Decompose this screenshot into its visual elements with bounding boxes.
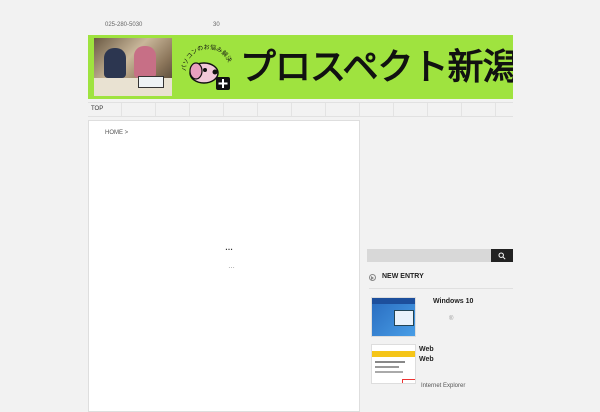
main-content: HOME > … …	[88, 120, 360, 412]
content-text-2: …	[228, 263, 235, 270]
entry-subtitle: Internet Explorer	[421, 383, 466, 389]
global-nav: TOP	[88, 102, 513, 117]
brand-name: プロスペクト新潟	[240, 46, 513, 87]
sidebar-search	[367, 249, 513, 262]
entry-item[interactable]: Web Web Internet Explorer	[371, 344, 517, 394]
entry-item[interactable]: Windows 10 ®	[371, 297, 517, 339]
search-input[interactable]	[367, 249, 489, 262]
header-banner[interactable]: パソコンのお悩み解決 プロスペクト新潟	[88, 35, 513, 99]
entry-thumbnail[interactable]	[371, 297, 416, 337]
new-entry-title: NEW ENTRY	[382, 273, 424, 280]
business-hours: 30	[213, 22, 220, 28]
banner-photo	[94, 38, 172, 96]
new-entry-heading: NEW ENTRY	[369, 272, 513, 284]
entry-title[interactable]: Web Web	[419, 345, 479, 365]
entry-meta: ®	[449, 316, 454, 322]
arrow-circle-icon	[369, 274, 376, 281]
search-button[interactable]	[491, 249, 513, 262]
mascot-logo: パソコンのお悩み解決	[181, 43, 234, 90]
phone-number: 025-280-5030	[105, 22, 143, 28]
breadcrumb: HOME >	[105, 130, 128, 136]
nav-item-top[interactable]: TOP	[91, 106, 103, 112]
content-text-1: …	[225, 243, 233, 252]
divider	[369, 288, 513, 289]
breadcrumb-separator: >	[124, 130, 129, 136]
search-icon	[498, 252, 506, 260]
entry-thumbnail[interactable]	[371, 344, 416, 384]
entry-title[interactable]: Windows 10	[433, 298, 473, 305]
breadcrumb-home[interactable]: HOME	[105, 130, 123, 136]
